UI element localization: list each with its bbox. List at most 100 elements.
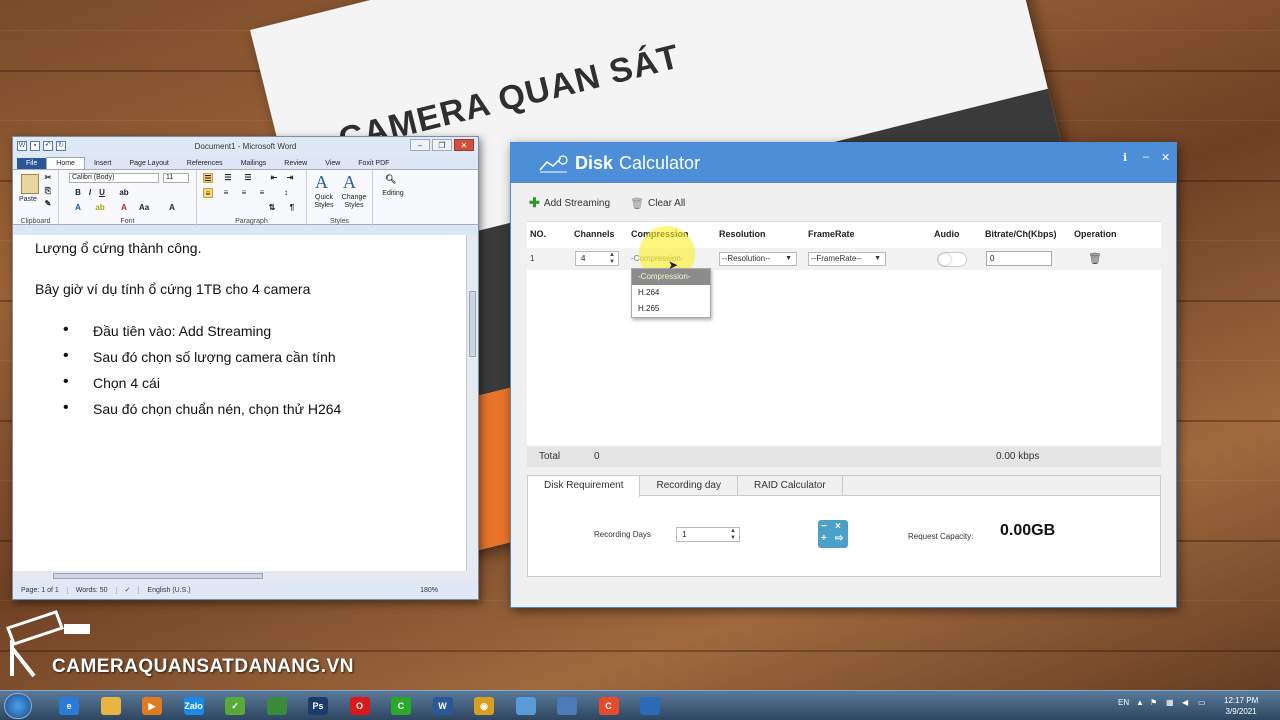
taskbar-media-icon[interactable]: ▶	[135, 694, 169, 718]
align-right-button[interactable]: ≡	[239, 188, 249, 198]
editing-button[interactable]: Editing	[373, 190, 413, 197]
sort-button[interactable]: ⇅	[267, 203, 277, 213]
bold-button[interactable]: B	[73, 188, 83, 198]
taskbar-calc-icon[interactable]	[633, 694, 667, 718]
calculator-icon[interactable]: − × + ⇨	[818, 520, 848, 548]
taskbar-camtasia-icon[interactable]: C	[384, 694, 418, 718]
taskbar-opera-icon[interactable]: O	[343, 694, 377, 718]
document-page[interactable]: Lượng ổ cứng thành công. Bây giờ ví dụ t…	[13, 235, 478, 571]
resolution-select[interactable]: --Resolution-- ▼	[719, 252, 797, 266]
tab-references[interactable]: References	[178, 158, 232, 169]
restore-button[interactable]: ❐	[432, 139, 452, 151]
font-size-select[interactable]: 11	[163, 173, 189, 183]
change-styles-button[interactable]: Change Styles	[339, 194, 369, 210]
paste-label[interactable]: Paste	[19, 196, 37, 203]
quick-styles-button[interactable]: Quick Styles	[311, 194, 337, 210]
minimize-button[interactable]: –	[410, 139, 430, 151]
minimize-icon[interactable]: –	[1143, 151, 1149, 163]
increase-indent-button[interactable]: ⇥	[285, 173, 295, 183]
strikethrough-button[interactable]: ab	[119, 188, 129, 198]
line-spacing-button[interactable]: ↕	[281, 188, 291, 198]
channels-stepper[interactable]: 4 ▲ ▼	[575, 251, 619, 266]
paragraph-label: Paragraph	[235, 218, 268, 225]
tab-foxit-pdf[interactable]: Foxit PDF	[349, 158, 398, 169]
bullets-button[interactable]: ☰	[203, 173, 213, 183]
italic-button[interactable]: I	[85, 188, 95, 198]
taskbar-word-icon[interactable]: W	[426, 694, 460, 718]
start-button[interactable]	[4, 693, 32, 719]
cut-icon[interactable]: ✂	[43, 173, 53, 183]
show-marks-button[interactable]: ¶	[287, 203, 297, 213]
underline-button[interactable]: U	[97, 188, 107, 198]
watermark-text: CAMERAQUANSATDANANG.VN	[52, 656, 354, 677]
vertical-scrollbar[interactable]	[466, 235, 478, 571]
flag-icon[interactable]: ⚑	[1150, 698, 1157, 707]
tab-mailings[interactable]: Mailings	[232, 158, 276, 169]
close-icon[interactable]: ✕	[1161, 151, 1170, 164]
taskbar-photoshop-icon[interactable]: Ps	[301, 694, 335, 718]
add-streaming-button[interactable]: ✚ Add Streaming	[529, 195, 610, 211]
framerate-select[interactable]: --FrameRate-- ▼	[808, 252, 886, 266]
taskbar-app-icon[interactable]	[260, 694, 294, 718]
word-count[interactable]: Words: 50	[68, 586, 117, 594]
stepper-arrows-icon[interactable]: ▲ ▼	[730, 528, 736, 542]
compression-dropdown[interactable]: -Compression- H.264 H.265	[631, 268, 711, 318]
taskbar-window-icon[interactable]	[550, 694, 584, 718]
text-effects-icon[interactable]: A	[73, 203, 83, 213]
network-icon[interactable]: ▦	[1166, 698, 1174, 707]
change-case-icon[interactable]: Aa	[139, 203, 149, 213]
clear-all-button[interactable]: 🗑︎ Clear All	[630, 195, 685, 211]
taskbar-ie-icon[interactable]: e	[52, 694, 86, 718]
justify-button[interactable]: ≡	[257, 188, 267, 198]
audio-toggle[interactable]	[937, 252, 967, 267]
format-painter-icon[interactable]: ✎	[43, 199, 53, 209]
close-button[interactable]: ✕	[454, 139, 474, 151]
tab-raid-calculator[interactable]: RAID Calculator	[738, 476, 843, 495]
dropdown-option[interactable]: H.264	[632, 285, 710, 301]
info-icon[interactable]: ℹ	[1123, 151, 1127, 164]
multilevel-button[interactable]: ☰	[243, 173, 253, 183]
horizontal-scrollbar[interactable]	[13, 571, 478, 581]
tab-page-layout[interactable]: Page Layout	[120, 158, 177, 169]
taskbar-pdf-icon[interactable]: ✓	[218, 694, 252, 718]
tab-file[interactable]: File	[17, 158, 47, 169]
font-color-icon[interactable]: A	[119, 203, 129, 213]
recording-days-stepper[interactable]: 1 ▲ ▼	[676, 527, 740, 542]
page-count[interactable]: Page: 1 of 1	[13, 586, 68, 594]
taskbar-recorder-icon[interactable]: C	[592, 694, 626, 718]
clock[interactable]: 12:17 PM 3/9/2021	[1224, 695, 1258, 717]
volume-icon[interactable]: ◀	[1182, 698, 1188, 707]
dropdown-option[interactable]: H.265	[632, 301, 710, 317]
taskbar-notes-icon[interactable]	[509, 694, 543, 718]
change-styles-icon[interactable]: A	[343, 172, 356, 193]
binoculars-icon[interactable]: 🔍︎	[385, 174, 396, 185]
grow-font-icon[interactable]: A	[167, 203, 177, 213]
font-name-select[interactable]: Calibri (Body)	[69, 173, 159, 183]
taskbar-zalo-icon[interactable]: Zalo	[177, 694, 211, 718]
paste-icon[interactable]	[21, 174, 39, 194]
tray-arrow-icon[interactable]: ▲	[1136, 698, 1144, 707]
tab-view[interactable]: View	[316, 158, 349, 169]
decrease-indent-button[interactable]: ⇤	[269, 173, 279, 183]
bitrate-input[interactable]: 0	[986, 251, 1052, 266]
language[interactable]: English (U.S.)	[139, 587, 198, 594]
language-indicator[interactable]: EN	[1118, 698, 1129, 707]
taskbar-chrome-icon[interactable]: ◉	[467, 694, 501, 718]
zoom-level[interactable]: 180%	[420, 587, 478, 594]
quick-styles-icon[interactable]: A	[315, 172, 328, 193]
delete-icon[interactable]: 🗑︎	[1088, 252, 1102, 265]
align-left-button[interactable]: ≡	[203, 188, 213, 198]
numbering-button[interactable]: ☰	[223, 173, 233, 183]
stepper-arrows-icon[interactable]: ▲ ▼	[609, 252, 615, 266]
align-center-button[interactable]: ≡	[221, 188, 231, 198]
spellcheck-icon[interactable]: ✓	[117, 586, 140, 594]
tab-home[interactable]: Home	[46, 157, 85, 169]
tab-disk-requirement[interactable]: Disk Requirement	[528, 476, 641, 497]
taskbar-explorer-icon[interactable]	[94, 694, 128, 718]
battery-icon[interactable]: ▭	[1198, 698, 1206, 707]
copy-icon[interactable]: ⎘	[43, 186, 53, 196]
highlight-icon[interactable]: ab	[95, 203, 105, 213]
tab-recording-day[interactable]: Recording day	[640, 476, 738, 495]
tab-review[interactable]: Review	[275, 158, 316, 169]
tab-insert[interactable]: Insert	[85, 158, 121, 169]
